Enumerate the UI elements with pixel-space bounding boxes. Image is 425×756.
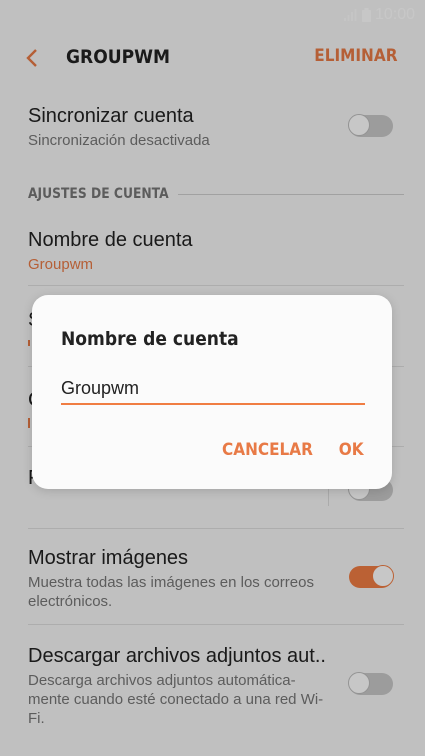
account-name-input[interactable] <box>61 373 365 405</box>
dialog-title: Nombre de cuenta <box>61 328 239 350</box>
account-name-dialog: Nombre de cuenta CANCELAR OK <box>32 295 392 489</box>
cancel-button[interactable]: CANCELAR <box>222 440 313 460</box>
ok-button[interactable]: OK <box>339 440 364 460</box>
